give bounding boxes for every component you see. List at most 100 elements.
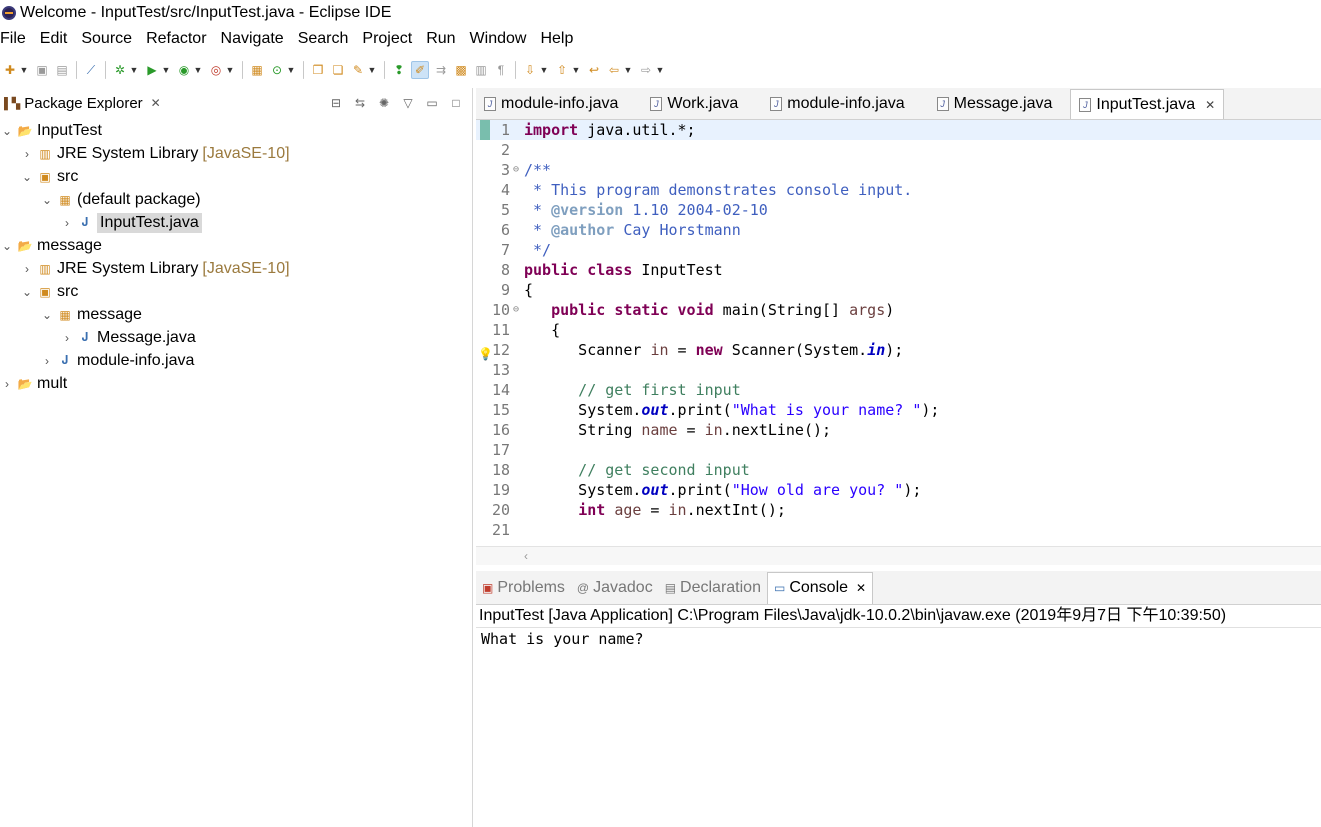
collapse-all-icon[interactable]: ⊟ [328,95,344,111]
toggle-mark-occurrences-icon[interactable]: ✐ [411,61,429,79]
menu-refactor[interactable]: Refactor [139,30,213,48]
expanded-chevron-icon[interactable]: ⌄ [40,193,54,207]
menu-window[interactable]: Window [463,30,534,48]
code-line: 2 [476,140,1321,160]
editor-tab-message[interactable]: J Message.java [929,89,1061,119]
editor-tab-module-info[interactable]: J module-info.java [476,89,626,119]
tree-node-src[interactable]: ⌄ ▣ src [0,280,290,303]
new-java-class-icon[interactable]: ⊙ [269,62,285,78]
tree-node-jre-library[interactable]: › ▥ JRE System Library [JavaSE-10] [0,257,290,280]
editor-tab-module-info-2[interactable]: J module-info.java [762,89,912,119]
last-edit-location-icon[interactable]: ↩ [586,62,602,78]
show-whitespace-icon[interactable]: ¶ [493,62,509,78]
external-tools-dropdown-icon[interactable]: ▼ [226,62,235,78]
previous-annotation-icon[interactable]: ⇧ [554,62,570,78]
back-dropdown-icon[interactable]: ▼ [624,62,633,78]
tree-node-message[interactable]: ⌄ 📂 message [0,234,290,257]
next-annotation-icon[interactable]: ⇩ [522,62,538,78]
collapsed-chevron-icon[interactable]: › [20,262,34,276]
debug-dropdown-icon[interactable]: ▼ [130,62,139,78]
fold-icon[interactable]: ⊖ [513,160,521,180]
menu-search[interactable]: Search [291,30,356,48]
forward-dropdown-icon[interactable]: ▼ [656,62,665,78]
toggle-block-selection-icon[interactable]: ▩ [453,62,469,78]
editor-tab-label: Work.java [667,95,739,112]
expanded-chevron-icon[interactable]: ⌄ [0,124,14,138]
menu-project[interactable]: Project [355,30,419,48]
tree-node-inputtest-java[interactable]: › 𝐉 InputTest.java [0,211,290,234]
debug-icon[interactable]: ✲ [112,62,128,78]
editor-tab-work[interactable]: J Work.java [642,89,746,119]
new-icon[interactable]: ✚ [2,62,18,78]
close-icon[interactable]: ✕ [151,96,161,110]
save-icon[interactable]: ▣ [34,62,50,78]
collapsed-chevron-icon[interactable]: › [60,216,74,230]
menu-edit[interactable]: Edit [33,30,75,48]
scroll-left-icon[interactable]: ‹ [524,549,528,563]
editor-tab-inputtest[interactable]: J InputTest.java ✕ [1070,89,1225,119]
menu-source[interactable]: Source [74,30,139,48]
coverage-dropdown-icon[interactable]: ▼ [194,62,203,78]
open-type-icon[interactable]: ❒ [310,62,326,78]
search-dropdown-icon[interactable]: ▼ [368,62,377,78]
external-tools-icon[interactable]: ◎ [208,62,224,78]
tree-node-inputtest[interactable]: ⌄ 📂 InputTest [0,119,290,142]
run-icon[interactable]: ▶ [144,62,160,78]
tree-node-mult[interactable]: › 📂 mult [0,372,290,395]
horizontal-scrollbar[interactable]: ‹ [476,546,1321,565]
new-dropdown-icon[interactable]: ▼ [20,62,29,78]
tab-javadoc[interactable]: @ Javadoc [571,572,659,604]
close-icon[interactable]: ✕ [856,581,866,595]
close-icon[interactable]: ✕ [1205,98,1215,112]
tab-problems[interactable]: ▣ Problems [476,572,571,604]
code-area[interactable]: 1 import java.util.*; 2 3 ⊖/** 4 * This pr… [476,120,1321,544]
toggle-word-wrap-icon[interactable]: ⇉ [433,62,449,78]
tab-declaration[interactable]: ▤ Declaration [659,572,767,604]
forward-icon[interactable]: ⇨ [638,62,654,78]
minimize-icon[interactable]: ▭ [424,95,440,111]
console-icon: ▭ [773,581,786,595]
new-class-dropdown-icon[interactable]: ▼ [287,62,296,78]
menu-help[interactable]: Help [533,30,580,48]
collapsed-chevron-icon[interactable]: › [0,377,14,391]
focus-task-icon[interactable]: ✺ [376,95,392,111]
previous-annotation-dropdown-icon[interactable]: ▼ [572,62,581,78]
expanded-chevron-icon[interactable]: ⌄ [40,308,54,322]
line-number: 2 [500,141,510,159]
view-menu-icon[interactable]: ▽ [400,95,416,111]
expanded-chevron-icon[interactable]: ⌄ [20,285,34,299]
tree-node-module-info[interactable]: › 𝐉 module-info.java [0,349,290,372]
menu-navigate[interactable]: Navigate [214,30,291,48]
tree-label: (default package) [77,190,201,208]
console-output[interactable]: What is your name? [476,628,1321,650]
tree-node-jre-library[interactable]: › ▥ JRE System Library [JavaSE-10] [0,142,290,165]
collapsed-chevron-icon[interactable]: › [40,354,54,368]
run-dropdown-icon[interactable]: ▼ [162,62,171,78]
maximize-icon[interactable]: □ [448,95,464,111]
package-explorer-tab[interactable]: ▌▚ Package Explorer ✕ [0,89,165,117]
tree-node-src[interactable]: ⌄ ▣ src [0,165,290,188]
expanded-chevron-icon[interactable]: ⌄ [0,239,14,253]
tab-console[interactable]: ▭ Console ✕ [766,571,874,604]
menu-run[interactable]: Run [419,30,462,48]
tree-node-default-package[interactable]: ⌄ ▦ (default package) [0,188,290,211]
open-task-icon[interactable]: ❏ [330,62,346,78]
link-with-editor-icon[interactable]: ⇆ [352,95,368,111]
toggle-breadcrumb-icon[interactable]: ❢ [391,62,407,78]
coverage-icon[interactable]: ◉ [176,62,192,78]
show-source-icon[interactable]: ▥ [473,62,489,78]
collapsed-chevron-icon[interactable]: › [20,147,34,161]
expanded-chevron-icon[interactable]: ⌄ [20,170,34,184]
collapsed-chevron-icon[interactable]: › [60,331,74,345]
fold-icon[interactable]: ⊖ [513,300,521,320]
tree-node-message-package[interactable]: ⌄ ▦ message [0,303,290,326]
menu-file[interactable]: File [0,30,33,48]
save-all-icon[interactable]: ▤ [54,62,70,78]
tree-node-message-java[interactable]: › 𝐉 Message.java [0,326,290,349]
skip-breakpoints-icon[interactable]: ⟋ [83,62,99,78]
search-icon[interactable]: ✎ [350,62,366,78]
back-icon[interactable]: ⇦ [606,62,622,78]
next-annotation-dropdown-icon[interactable]: ▼ [540,62,549,78]
new-java-package-icon[interactable]: ▦ [249,62,265,78]
